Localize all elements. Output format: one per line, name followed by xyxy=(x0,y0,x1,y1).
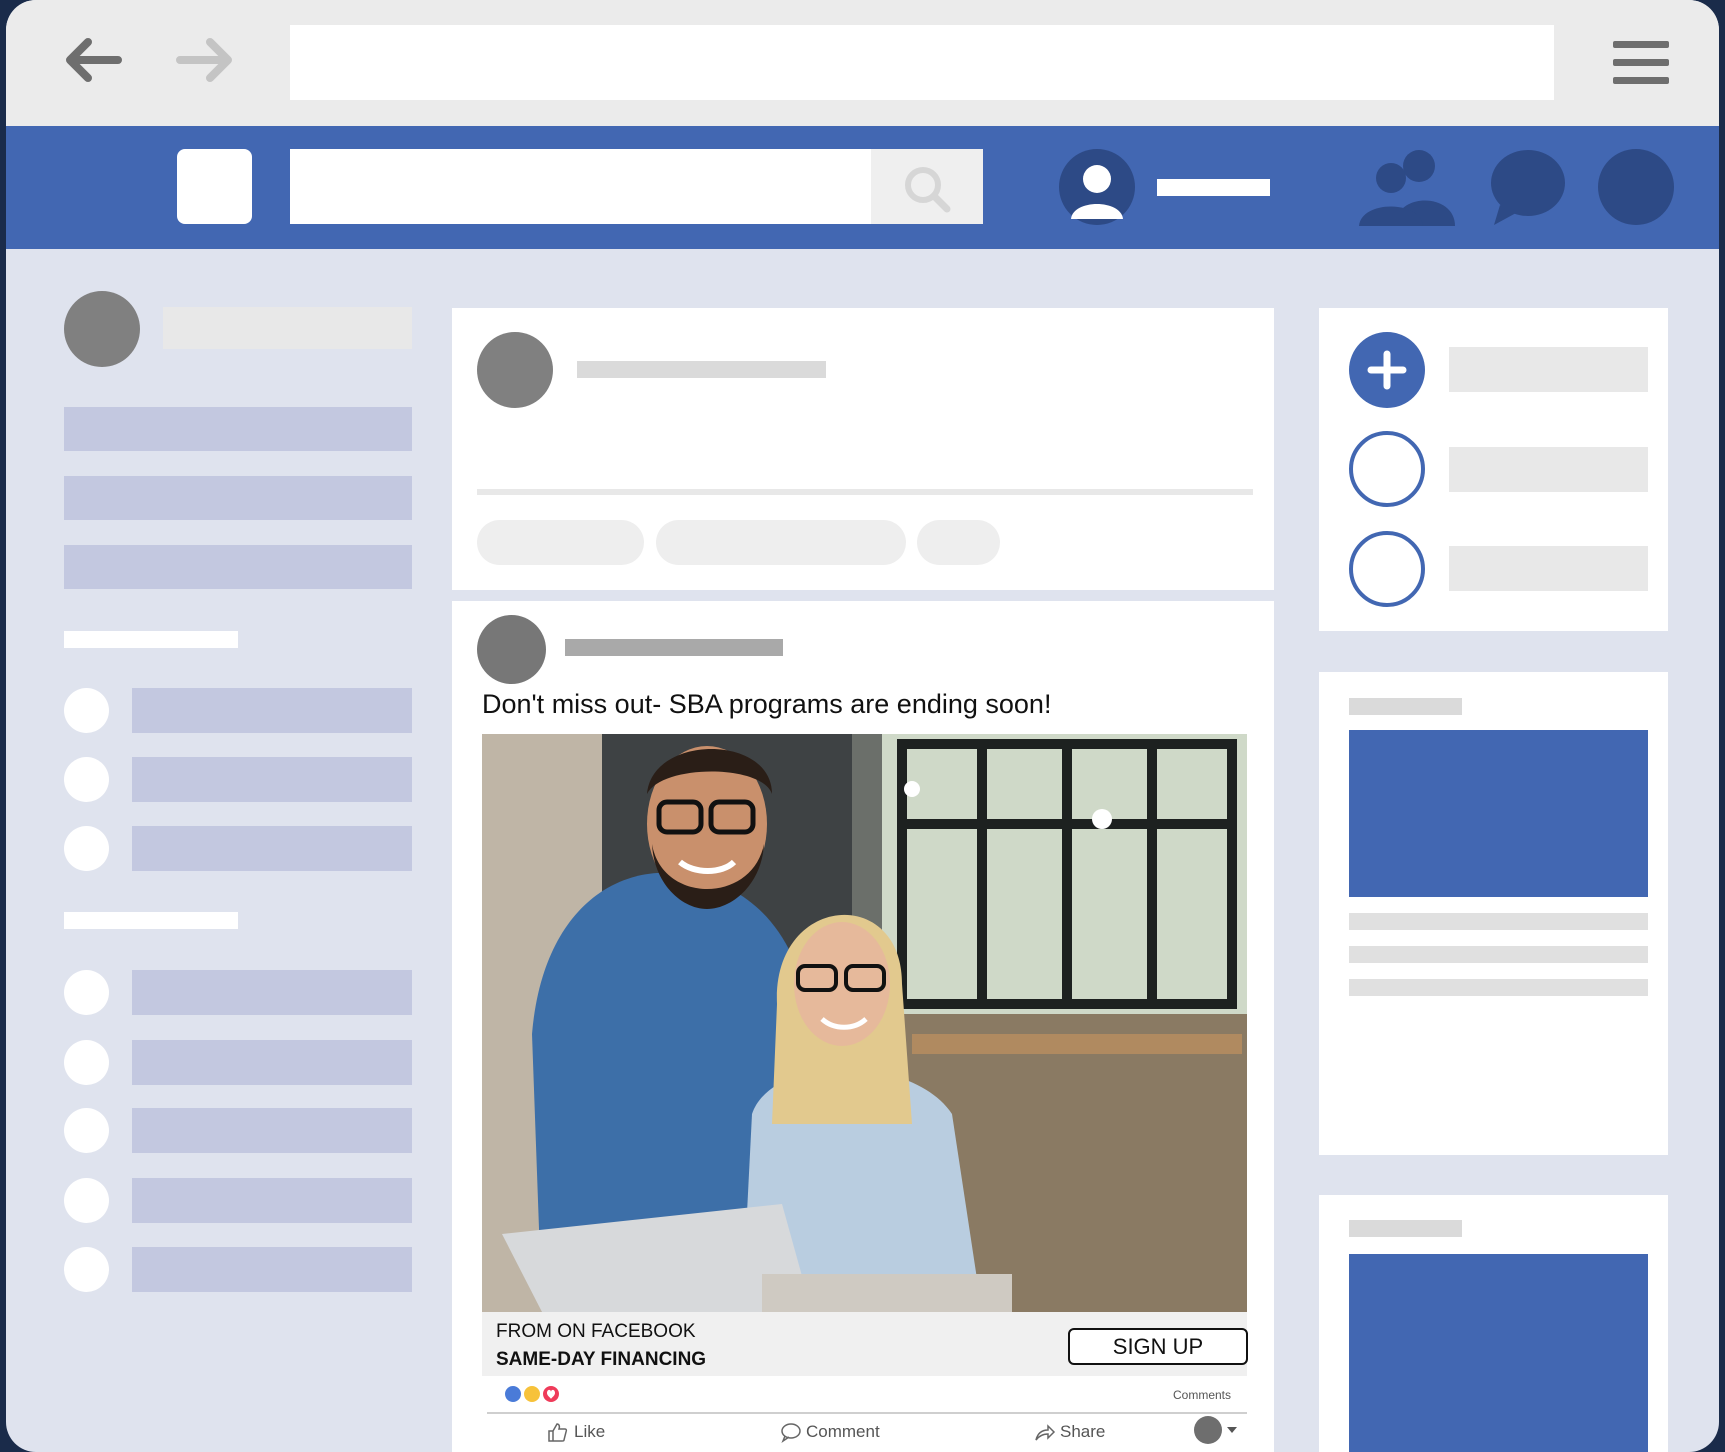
sponsored-text-line xyxy=(1349,979,1648,996)
search-input[interactable] xyxy=(290,149,871,224)
sidebar-item[interactable] xyxy=(64,476,412,520)
actions-divider xyxy=(487,1412,1247,1414)
circle-icon[interactable] xyxy=(1349,431,1425,507)
sponsored-image[interactable] xyxy=(1349,1254,1648,1452)
composer-action-button[interactable] xyxy=(917,520,1000,565)
sidebar-shortcut-icon xyxy=(64,826,109,871)
sidebar-shortcut[interactable] xyxy=(132,757,412,802)
post-text: Don't miss out- SBA programs are ending … xyxy=(482,689,1052,719)
sidebar-shortcut-icon xyxy=(64,688,109,733)
forward-arrow-icon[interactable] xyxy=(176,38,236,82)
browser-window: Don't miss out- SBA programs are ending … xyxy=(6,0,1719,1452)
back-arrow-icon[interactable] xyxy=(62,38,122,82)
share-label: Share xyxy=(1060,1422,1106,1441)
sign-up-button[interactable]: SIGN UP xyxy=(1068,1328,1248,1365)
sidebar-shortcut[interactable] xyxy=(132,970,412,1015)
comment-button[interactable]: Comment xyxy=(780,1421,880,1443)
like-label: Like xyxy=(574,1422,606,1441)
comments-count-link[interactable]: Comments xyxy=(1173,1388,1231,1402)
sponsored-heading-placeholder xyxy=(1349,698,1462,715)
sponsored-text-line xyxy=(1349,913,1648,930)
sidebar-shortcut-icon xyxy=(64,757,109,802)
circle-icon[interactable] xyxy=(1349,531,1425,607)
sidebar-shortcut[interactable] xyxy=(132,1247,412,1292)
hamburger-menu-icon[interactable] xyxy=(1613,41,1669,95)
right-item-placeholder[interactable] xyxy=(1449,546,1648,591)
sidebar-shortcut[interactable] xyxy=(132,1108,412,1153)
facebook-logo[interactable] xyxy=(177,149,252,224)
composer-action-button[interactable] xyxy=(477,520,644,565)
notifications-icon[interactable] xyxy=(1598,149,1674,225)
composer-divider xyxy=(477,489,1253,495)
address-bar[interactable] xyxy=(290,25,1554,100)
right-item-placeholder[interactable] xyxy=(1449,347,1648,392)
sidebar-shortcut-icon xyxy=(64,1247,109,1292)
search-icon xyxy=(905,167,951,213)
comment-icon xyxy=(781,1423,801,1443)
sidebar-section-heading xyxy=(64,912,238,929)
friends-icon[interactable] xyxy=(1357,148,1458,226)
sidebar-shortcut-icon xyxy=(64,970,109,1015)
profile-avatar-icon[interactable] xyxy=(1059,149,1135,225)
sidebar-shortcut[interactable] xyxy=(132,1040,412,1085)
sidebar-avatar[interactable] xyxy=(64,291,140,367)
sidebar-shortcut[interactable] xyxy=(132,1178,412,1223)
chevron-down-icon[interactable] xyxy=(1226,1426,1238,1434)
like-button[interactable]: Like xyxy=(546,1421,605,1443)
composer-action-button[interactable] xyxy=(656,520,906,565)
post-author-avatar[interactable] xyxy=(477,615,546,684)
chat-bubble-icon[interactable] xyxy=(1490,149,1566,225)
profile-name-placeholder[interactable] xyxy=(1157,179,1270,196)
post-author-name-placeholder[interactable] xyxy=(565,639,783,656)
sidebar-item[interactable] xyxy=(64,545,412,589)
sidebar-item[interactable] xyxy=(64,407,412,451)
sidebar-section-heading xyxy=(64,631,238,648)
sidebar-name-placeholder[interactable] xyxy=(163,307,412,349)
sponsored-text-line xyxy=(1349,946,1648,963)
comment-label: Comment xyxy=(806,1422,880,1441)
share-icon xyxy=(1035,1424,1056,1441)
ad-headline: SAME-DAY FINANCING xyxy=(496,1349,707,1370)
sponsored-image[interactable] xyxy=(1349,730,1648,897)
ad-source-label: FROM ON FACEBOOK xyxy=(496,1321,696,1342)
thumbs-up-icon xyxy=(548,1423,568,1442)
post-image[interactable] xyxy=(482,734,1247,1312)
sidebar-shortcut-icon xyxy=(64,1040,109,1085)
reactions-summary[interactable] xyxy=(504,1384,564,1404)
sponsored-heading-placeholder xyxy=(1349,1220,1462,1237)
share-button[interactable]: Share xyxy=(1034,1421,1105,1443)
composer-prompt-placeholder[interactable] xyxy=(577,361,826,378)
sidebar-shortcut-icon xyxy=(64,1108,109,1153)
right-item-placeholder[interactable] xyxy=(1449,447,1648,492)
post-as-avatar[interactable] xyxy=(1194,1416,1222,1444)
composer-avatar xyxy=(477,332,553,408)
add-icon[interactable] xyxy=(1349,332,1425,408)
sidebar-shortcut-icon xyxy=(64,1178,109,1223)
sidebar-shortcut[interactable] xyxy=(132,826,412,871)
sidebar-shortcut[interactable] xyxy=(132,688,412,733)
photo-two-people-laptop xyxy=(482,734,1247,1312)
